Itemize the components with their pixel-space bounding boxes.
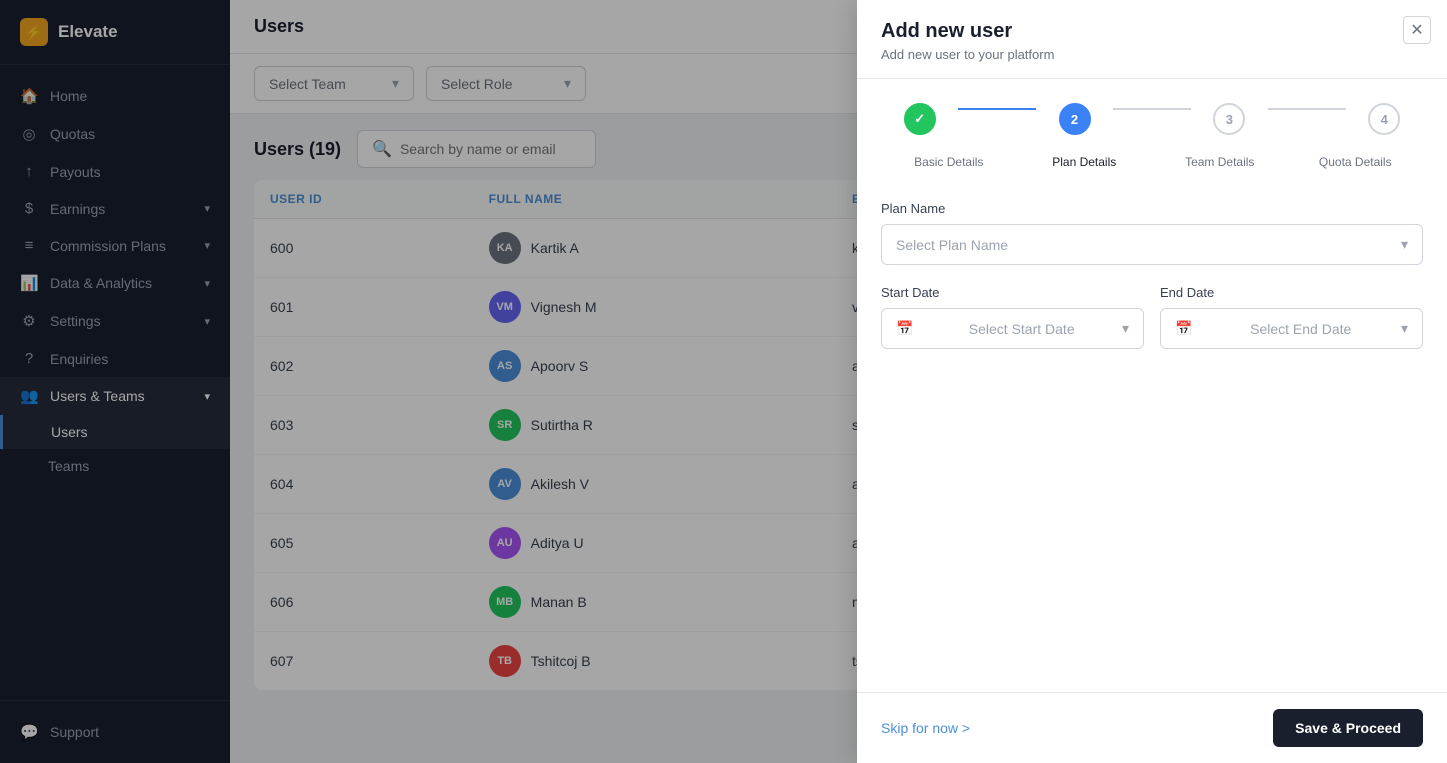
chevron-down-icon: ▾ [1401,320,1408,337]
step-4-label: Quota Details [1288,155,1424,169]
end-date-label: End Date [1160,285,1423,300]
plan-name-label: Plan Name [881,201,1423,216]
step-3: 3 [1191,103,1268,135]
start-date-placeholder: Select Start Date [969,321,1075,337]
panel-subtitle: Add new user to your platform [881,47,1423,62]
calendar-icon: 📅 [896,320,913,337]
end-date-placeholder: Select End Date [1250,321,1351,337]
stepper-steps: ✓ 2 3 4 [881,103,1423,135]
step-2-label: Plan Details [1017,155,1153,169]
chevron-down-icon: ▾ [1122,320,1129,337]
chevron-down-icon: ▾ [1401,236,1408,253]
step-2: 2 [1036,103,1113,135]
panel-header: Add new user Add new user to your platfo… [857,0,1447,79]
step-circle-2: 2 [1059,103,1091,135]
step-1-label: Basic Details [881,155,1017,169]
plan-name-placeholder: Select Plan Name [896,237,1008,253]
start-date-group: Start Date 📅 Select Start Date ▾ [881,285,1144,349]
step-3-label: Team Details [1152,155,1288,169]
step-connector-2-3 [1113,108,1190,110]
plan-name-select[interactable]: Select Plan Name ▾ [881,224,1423,265]
date-row: Start Date 📅 Select Start Date ▾ End Dat… [881,285,1423,369]
step-circle-4: 4 [1368,103,1400,135]
add-user-panel: Add new user Add new user to your platfo… [857,0,1447,763]
step-circle-3: 3 [1213,103,1245,135]
panel-body: Plan Name Select Plan Name ▾ Start Date … [857,181,1447,692]
stepper: ✓ 2 3 4 [857,79,1447,143]
panel-title: Add new user [881,20,1423,43]
calendar-icon: 📅 [1175,320,1192,337]
end-date-group: End Date 📅 Select End Date ▾ [1160,285,1423,349]
step-circle-1: ✓ [904,103,936,135]
start-date-select[interactable]: 📅 Select Start Date ▾ [881,308,1144,349]
close-button[interactable]: ✕ [1403,16,1431,44]
plan-name-group: Plan Name Select Plan Name ▾ [881,201,1423,265]
end-date-select[interactable]: 📅 Select End Date ▾ [1160,308,1423,349]
step-connector-3-4 [1268,108,1345,110]
skip-for-now-link[interactable]: Skip for now > [881,720,970,736]
step-4: 4 [1346,103,1423,135]
step-1: ✓ [881,103,958,135]
step-connector-1-2 [958,108,1035,110]
panel-footer: Skip for now > Save & Proceed [857,692,1447,763]
start-date-label: Start Date [881,285,1144,300]
save-proceed-button[interactable]: Save & Proceed [1273,709,1423,747]
